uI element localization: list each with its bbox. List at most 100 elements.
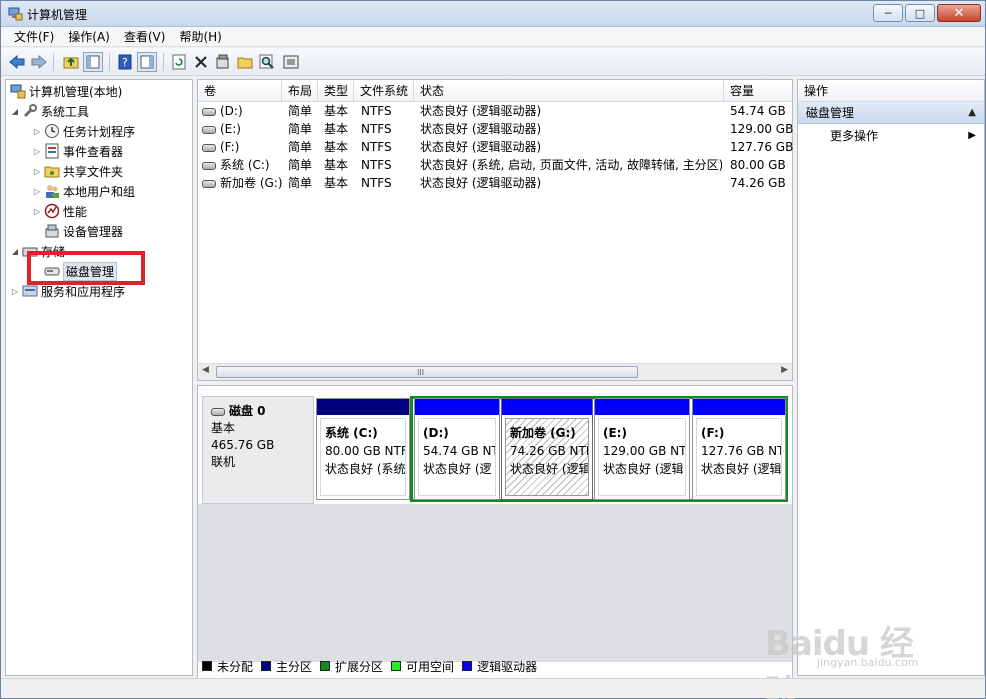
column-header-capacity[interactable]: 容量 [724, 80, 792, 102]
event-log-icon [45, 143, 59, 159]
disk-graphical-view: 磁盘 0 基本 465.76 GB 联机 系统 (C:) 80.00 GB NT… [197, 385, 793, 679]
scrollbar-thumb[interactable]: III [216, 366, 638, 378]
disk-icon [211, 407, 225, 416]
tree-item-shared-folders[interactable]: ▷ 共享文件夹 [32, 162, 123, 180]
column-header-filesystem[interactable]: 文件系统 [354, 80, 414, 102]
minimize-button[interactable]: ─ [873, 4, 903, 22]
expanded-arrow-icon[interactable]: ◢ [10, 107, 20, 116]
disk-info-panel[interactable]: 磁盘 0 基本 465.76 GB 联机 [202, 396, 314, 504]
tree-item-event-viewer[interactable]: ▷ 事件查看器 [32, 142, 123, 160]
scroll-left-arrow-icon[interactable]: ◀ [202, 365, 209, 375]
forward-button[interactable] [29, 52, 49, 72]
column-header-status[interactable]: 状态 [414, 80, 724, 102]
tree-item-performance[interactable]: ▷ 性能 [32, 202, 87, 220]
search-icon [259, 54, 274, 69]
show-hide-tree-button[interactable] [83, 52, 103, 72]
minimize-icon: ─ [884, 6, 892, 20]
users-icon [46, 185, 59, 198]
services-icon [22, 285, 38, 297]
disk-kind: 基本 [211, 421, 236, 435]
partition-name: (F:) [701, 426, 725, 440]
close-icon: ✕ [953, 5, 965, 21]
refresh-button[interactable] [169, 52, 189, 72]
status-bar [1, 678, 985, 698]
menu-view[interactable]: 查看(V) [117, 28, 173, 45]
partition-name: (E:) [603, 426, 627, 440]
column-header-layout[interactable]: 布局 [282, 80, 318, 102]
legend-item: 逻辑驱动器 [462, 658, 537, 675]
up-level-button[interactable] [61, 52, 81, 72]
partition-e[interactable]: (E:) 129.00 GB NTI 状态良好 (逻辑 [594, 398, 690, 500]
console-tree: 计算机管理(本地) ◢ 系统工具 ▷ 任务计划程序 ▷ 事件查看器 ▷ 共享文件… [5, 79, 193, 676]
tree-item-root[interactable]: 计算机管理(本地) [8, 82, 122, 100]
collapsed-arrow-icon[interactable]: ▷ [32, 147, 42, 156]
column-header-volume[interactable]: 卷 [198, 80, 282, 102]
volume-capacity: 129.00 GB [730, 122, 794, 136]
legend-swatch [261, 661, 272, 671]
menu-help[interactable]: 帮助(H) [172, 28, 228, 45]
logical-drive-bar [595, 399, 689, 415]
search-button[interactable] [257, 52, 277, 72]
tree-item-system-tools[interactable]: ◢ 系统工具 [10, 102, 89, 120]
table-row[interactable]: (E:) 简单 基本 NTFS 状态良好 (逻辑驱动器) 129.00 GB [198, 120, 794, 138]
collapse-up-icon[interactable]: ▲ [968, 102, 976, 124]
volume-capacity: 54.74 GB [730, 104, 786, 118]
actions-section-disk-management[interactable]: 磁盘管理 ▲ [798, 102, 984, 124]
volume-icon [202, 161, 216, 170]
tree-item-device-manager[interactable]: 设备管理器 [42, 222, 123, 240]
folder-up-icon [63, 57, 79, 69]
partition-f[interactable]: (F:) 127.76 GB NT 状态良好 (逻辑 [692, 398, 786, 500]
table-row[interactable]: (D:) 简单 基本 NTFS 状态良好 (逻辑驱动器) 54.74 GB [198, 102, 792, 120]
volume-name: (D:) [220, 104, 243, 118]
open-button[interactable] [235, 52, 255, 72]
legend-swatch [202, 661, 212, 671]
disk-name: 磁盘 0 [229, 404, 266, 418]
scroll-right-arrow-icon[interactable]: ▶ [781, 365, 788, 375]
partition-legend: 未分配 主分区 扩展分区 可用空间 逻辑驱动器 [202, 658, 545, 674]
volume-layout: 简单 [288, 104, 313, 118]
delete-button[interactable] [191, 52, 211, 72]
collapsed-arrow-icon[interactable]: ▷ [32, 207, 42, 216]
close-button[interactable]: ✕ [937, 4, 981, 22]
collapsed-arrow-icon[interactable]: ▷ [32, 167, 42, 176]
toolbar: ? [1, 48, 985, 76]
disk-state: 联机 [211, 455, 236, 469]
action-pane-icon [140, 55, 154, 69]
volume-status: 状态良好 (逻辑驱动器) [420, 122, 542, 136]
tree-item-local-users[interactable]: ▷ 本地用户和组 [32, 182, 135, 200]
legend-swatch [391, 661, 402, 671]
legend-item: 扩展分区 [320, 658, 383, 675]
legend-swatch [320, 661, 331, 671]
collapsed-arrow-icon[interactable]: ▷ [10, 287, 20, 296]
volume-name: 系统 (C:) [220, 158, 270, 172]
table-row[interactable]: 新加卷 (G:) 简单 基本 NTFS 状态良好 (逻辑驱动器) 74.26 G… [198, 174, 792, 192]
collapsed-arrow-icon[interactable]: ▷ [32, 187, 42, 196]
column-header-row: 卷 布局 类型 文件系统 状态 容量 [198, 80, 792, 102]
menu-action[interactable]: 操作(A) [61, 28, 117, 45]
tree-item-task-scheduler[interactable]: ▷ 任务计划程序 [32, 122, 135, 140]
partition-d[interactable]: (D:) 54.74 GB NT 状态良好 (逻 [414, 398, 500, 500]
more-actions-item[interactable]: 更多操作 ▶ [798, 124, 984, 148]
menu-file[interactable]: 文件(F) [7, 28, 61, 45]
partition-name: (D:) [423, 426, 449, 440]
help-button[interactable]: ? [115, 52, 135, 72]
open-folder-icon [237, 57, 253, 69]
maximize-button[interactable]: □ [905, 4, 935, 22]
clock-icon [45, 124, 59, 138]
partition-g[interactable]: 新加卷 (G:) 74.26 GB NTF 状态良好 (逻辑 [501, 398, 593, 500]
column-header-type[interactable]: 类型 [318, 80, 354, 102]
volume-type: 基本 [324, 140, 349, 154]
horizontal-scrollbar[interactable]: ◀ III ▶ [198, 363, 792, 380]
collapsed-arrow-icon[interactable]: ▷ [32, 127, 42, 136]
partition-c[interactable]: 系统 (C:) 80.00 GB NTF 状态良好 (系统 [316, 398, 410, 500]
back-button[interactable] [7, 52, 27, 72]
properties-button[interactable] [213, 52, 233, 72]
volume-capacity: 74.26 GB [730, 176, 786, 190]
disk-properties-button[interactable] [281, 52, 301, 72]
table-row[interactable]: (F:) 简单 基本 NTFS 状态良好 (逻辑驱动器) 127.76 GB [198, 138, 793, 156]
show-hide-action-pane-button[interactable] [137, 52, 157, 72]
table-row[interactable]: 系统 (C:) 简单 基本 NTFS 状态良好 (系统, 启动, 页面文件, 活… [198, 156, 792, 174]
highlight-annotation [27, 251, 145, 285]
computer-management-icon [10, 84, 26, 99]
expanded-arrow-icon[interactable]: ◢ [10, 247, 20, 256]
